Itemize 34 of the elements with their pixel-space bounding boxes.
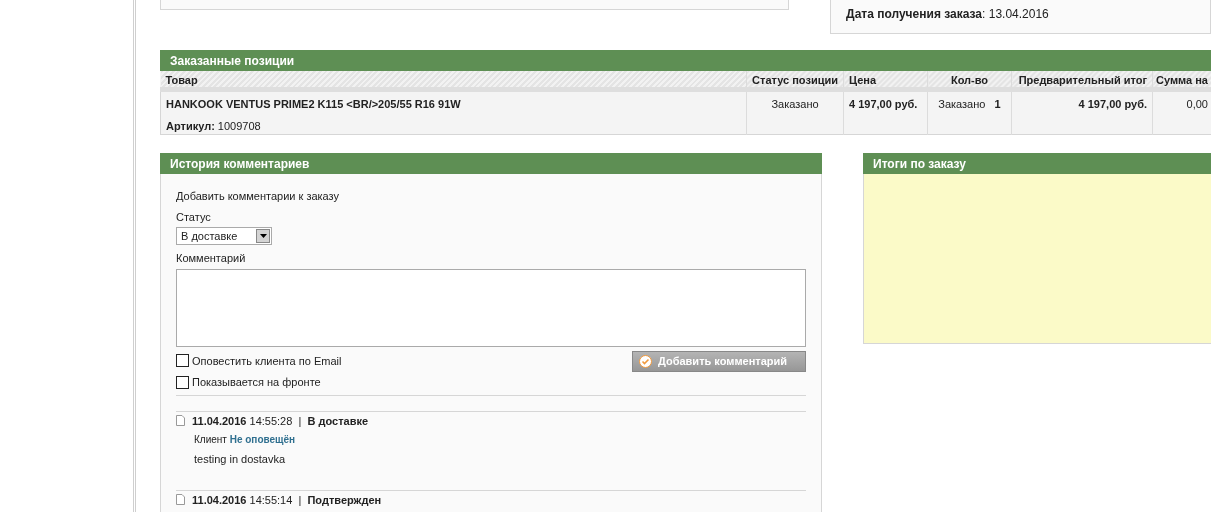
checkbox[interactable] xyxy=(176,354,189,368)
product-name: HANKOOK VENTUS PRIME2 K115 <BR/>205/55 R16 91W xyxy=(166,97,462,112)
status-select[interactable]: В доставке xyxy=(176,227,272,245)
caret-icon xyxy=(256,229,270,243)
checkbox-label: Оповестить клиента по Email xyxy=(192,353,342,369)
table-cell: 4 197,00 руб. xyxy=(1011,89,1153,135)
form-title: Добавить комментарии к заказу xyxy=(176,189,341,204)
section-header: Итоги по заказу xyxy=(863,153,1211,174)
column-header: Цена xyxy=(843,71,928,90)
sku-text: Артикул: 1009708 xyxy=(166,118,262,134)
checkbox[interactable] xyxy=(176,375,189,389)
table-cell: 0,00 xyxy=(1152,89,1211,135)
document-icon xyxy=(176,494,185,506)
column-header: Кол-во xyxy=(927,71,1012,90)
checkbox-label: Показывается на фронте xyxy=(192,375,321,390)
entry-heading: 11.04.2016 14:55:14 | Подтвержден xyxy=(192,492,382,508)
column-header: Товар xyxy=(160,71,747,90)
table-cell: 4 197,00 руб. xyxy=(843,89,928,135)
table-cell: Заказано xyxy=(746,89,844,135)
order-date-text: Дата получения заказа: 13.04.2016 xyxy=(846,7,1049,21)
checkmark-icon xyxy=(639,354,652,368)
column-header: Предварительный итог xyxy=(1011,71,1153,90)
table-cell: Заказано 1 xyxy=(927,89,1012,135)
entry-heading: 11.04.2016 14:55:28 | В доставке xyxy=(192,413,369,429)
section-header: Заказанные позиции xyxy=(160,50,1211,71)
notify-status: Клиент Не оповещён xyxy=(194,433,297,447)
section-header: История комментариев xyxy=(160,153,822,174)
column-header: Сумма на xyxy=(1152,71,1211,90)
column-header: Статус позиции xyxy=(746,71,844,90)
status-label: Статус xyxy=(176,209,212,225)
comment-field[interactable] xyxy=(176,268,806,347)
document-icon xyxy=(176,415,185,427)
comment-text: testing in dostavka xyxy=(194,452,287,467)
comment-label: Комментарий xyxy=(176,251,247,266)
